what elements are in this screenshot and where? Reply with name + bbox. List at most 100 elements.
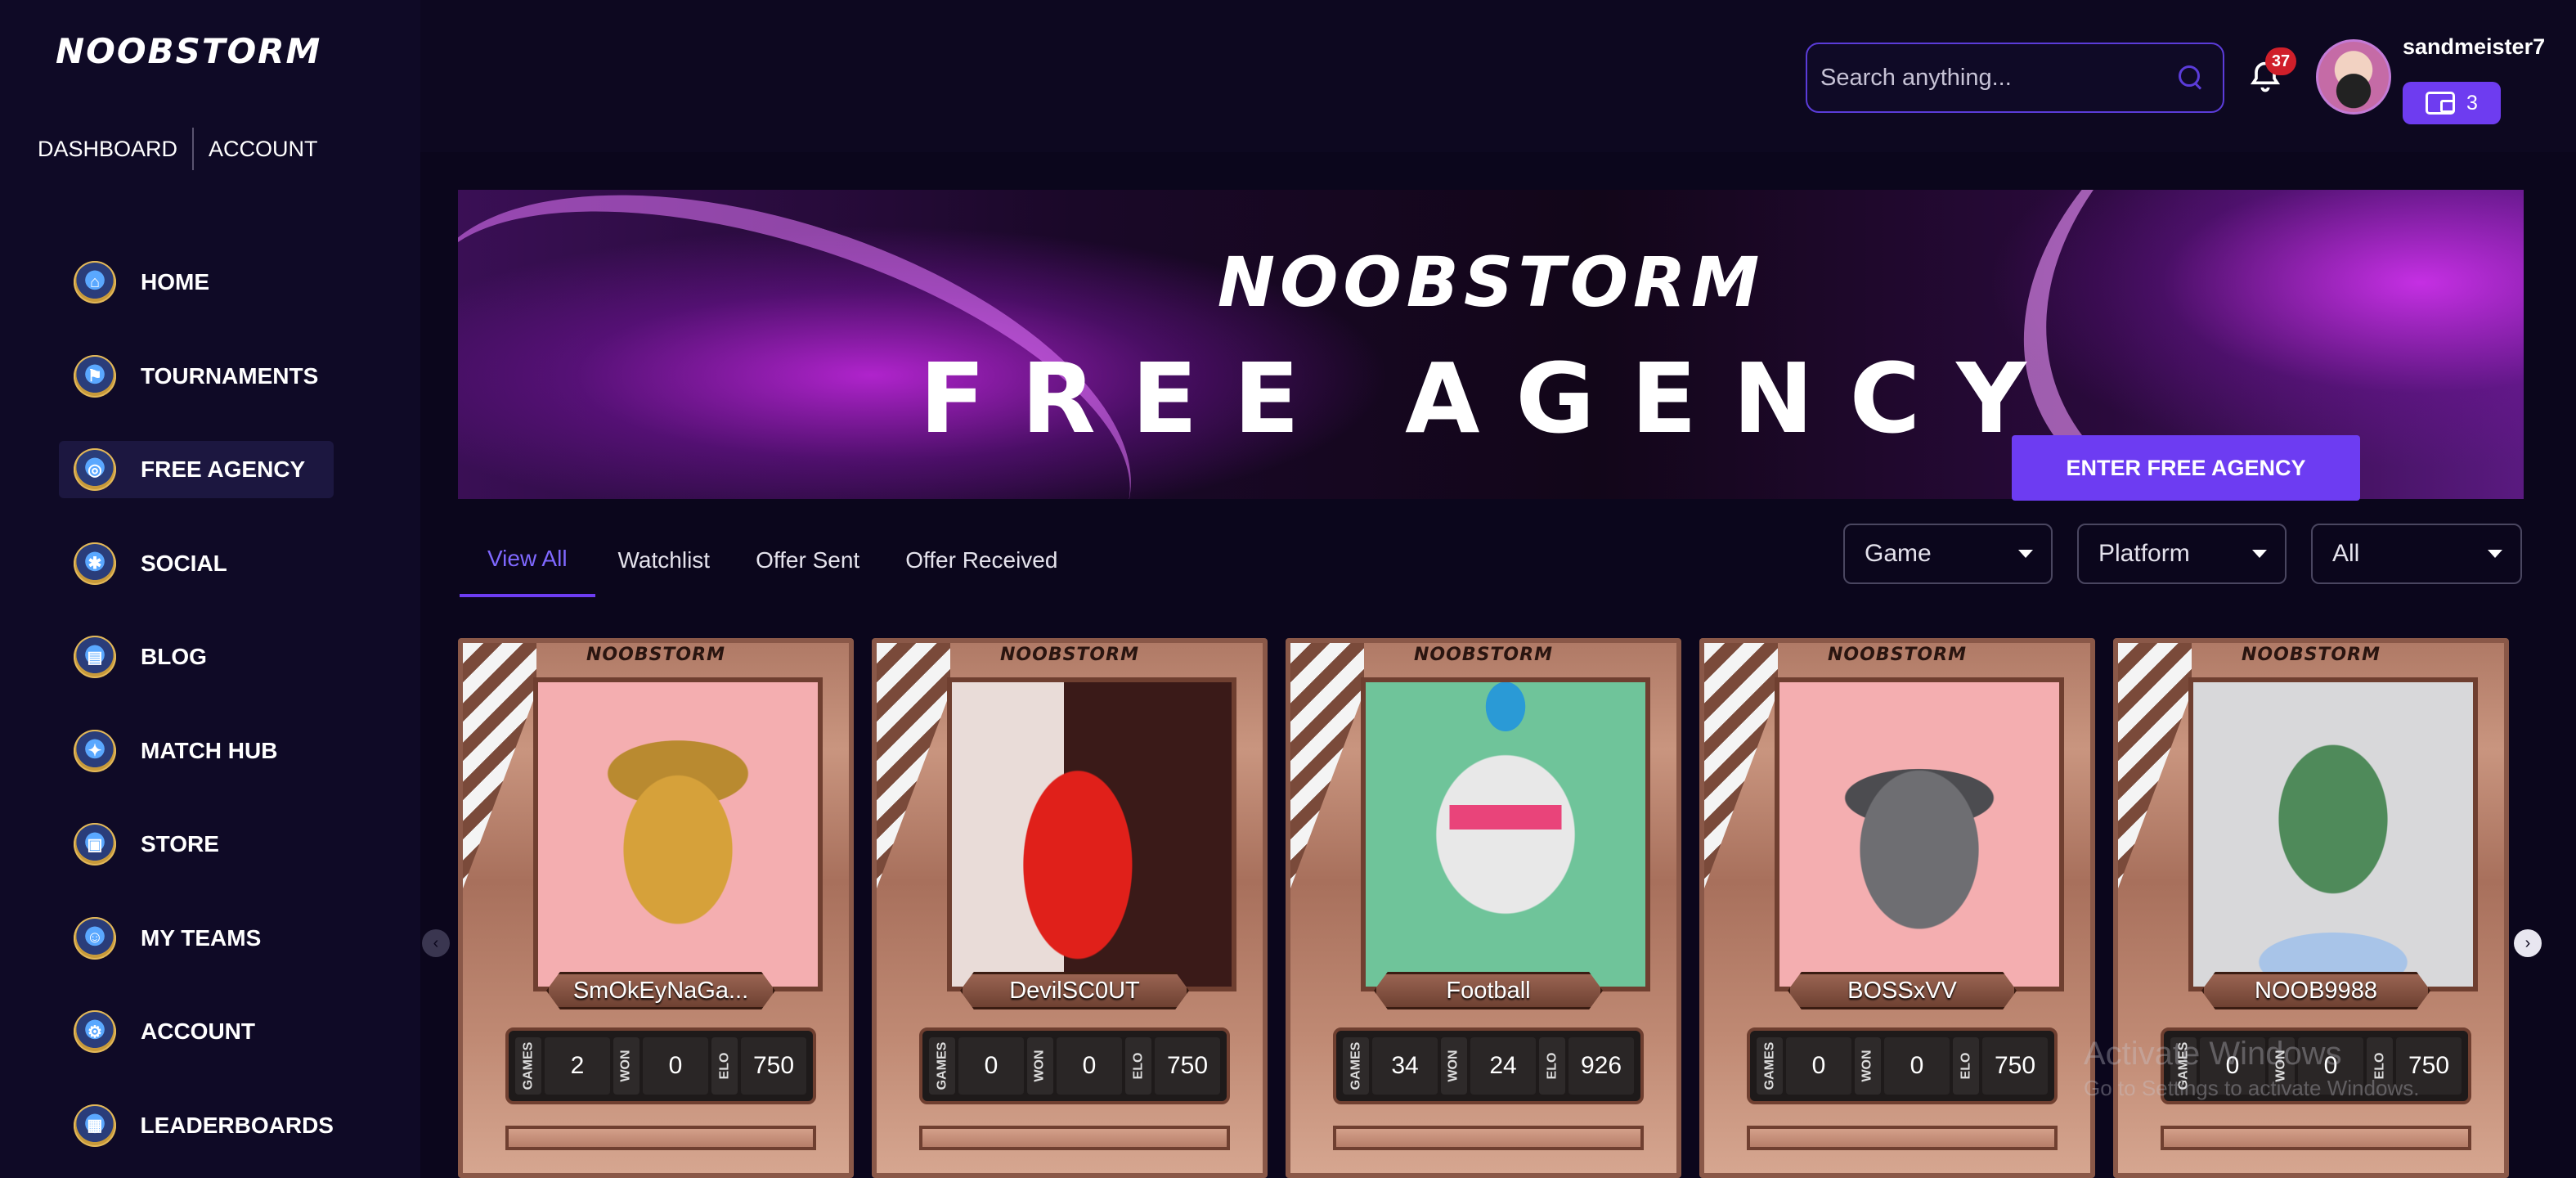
card-stripe bbox=[1290, 643, 1364, 888]
status-filter-value: All bbox=[2332, 540, 2360, 567]
social-icon: ✱ bbox=[74, 542, 116, 585]
player-portrait-goat bbox=[533, 677, 823, 991]
top-nav: DASHBOARD ACCOUNT bbox=[38, 128, 318, 170]
player-stats: GAMES 34 WON 24 ELO 926 bbox=[1333, 1027, 1644, 1104]
player-portrait-gray-goat bbox=[1775, 677, 2064, 991]
noobstorm-logo[interactable]: NOOBSTORM bbox=[56, 31, 321, 71]
search-input[interactable] bbox=[1820, 64, 2177, 92]
player-portrait-panda bbox=[1361, 677, 1650, 991]
player-name: DevilSC0UT bbox=[960, 972, 1189, 1009]
sidebar-item-my-teams[interactable]: ☺ MY TEAMS bbox=[59, 910, 334, 967]
platform-filter-select[interactable]: Platform bbox=[2077, 524, 2287, 584]
sidebar-item-blog[interactable]: ▤ BLOG bbox=[59, 628, 334, 686]
blog-icon: ▤ bbox=[74, 636, 116, 678]
card-stripe bbox=[1704, 643, 1778, 888]
sidebar-item-label: TOURNAMENTS bbox=[141, 362, 319, 389]
elo-label: ELO bbox=[1539, 1037, 1565, 1095]
tab-offer-received[interactable]: Offer Received bbox=[882, 524, 1080, 597]
chevron-left-icon: ‹ bbox=[433, 933, 439, 952]
dashboard-link[interactable]: DASHBOARD bbox=[38, 137, 177, 162]
wallet-count: 3 bbox=[2466, 91, 2478, 115]
chevron-down-icon bbox=[2252, 550, 2267, 558]
carousel-prev-button[interactable]: ‹ bbox=[422, 929, 450, 957]
games-label: GAMES bbox=[929, 1037, 955, 1095]
sidebar-item-store[interactable]: ▣ STORE bbox=[59, 816, 334, 873]
sidebar: NOOBSTORM DASHBOARD ACCOUNT ⌂ HOME ⚑ TOU… bbox=[0, 0, 420, 1178]
username[interactable]: sandmeister7 bbox=[2403, 34, 2545, 60]
elo-value: 750 bbox=[1982, 1037, 2048, 1095]
card-brand: NOOBSTORM bbox=[586, 645, 725, 665]
sidebar-item-leaderboards[interactable]: ▦ LEADERBOARDS bbox=[59, 1097, 334, 1154]
tab-offer-sent[interactable]: Offer Sent bbox=[733, 524, 882, 597]
sidebar-item-home[interactable]: ⌂ HOME bbox=[59, 254, 334, 311]
won-label: WON bbox=[1441, 1037, 1467, 1095]
sidebar-item-tournaments[interactable]: ⚑ TOURNAMENTS bbox=[59, 348, 334, 405]
won-label: WON bbox=[1855, 1037, 1881, 1095]
account-link[interactable]: ACCOUNT bbox=[209, 137, 318, 162]
won-label: WON bbox=[613, 1037, 640, 1095]
sidebar-item-match-hub[interactable]: ✦ MATCH HUB bbox=[59, 722, 334, 780]
player-stats: GAMES 0 WON 0 ELO 750 bbox=[919, 1027, 1230, 1104]
games-value: 34 bbox=[1372, 1037, 1438, 1095]
won-value: 0 bbox=[643, 1037, 708, 1095]
games-label: GAMES bbox=[1343, 1037, 1369, 1095]
flag-icon: ⚑ bbox=[74, 354, 116, 398]
card-base bbox=[919, 1126, 1230, 1150]
won-value: 24 bbox=[1470, 1037, 1536, 1095]
tab-bar: View All Watchlist Offer Sent Offer Rece… bbox=[460, 524, 1080, 597]
player-portrait-alien bbox=[2188, 677, 2478, 991]
chevron-down-icon bbox=[2018, 550, 2033, 558]
sidebar-nav: ⌂ HOME ⚑ TOURNAMENTS ◎ FREE AGENCY ✱ SOC… bbox=[59, 254, 334, 1178]
player-name: NOOB9988 bbox=[2201, 972, 2430, 1009]
player-card[interactable]: NOOBSTORM BOSSxVV GAMES 0 WON 0 ELO 750 bbox=[1699, 638, 2095, 1178]
player-portrait-red-suit bbox=[947, 677, 1236, 991]
wallet-icon bbox=[2426, 92, 2456, 115]
player-card[interactable]: NOOBSTORM DevilSC0UT GAMES 0 WON 0 ELO 7… bbox=[872, 638, 1268, 1178]
card-brand: NOOBSTORM bbox=[1414, 645, 1553, 665]
carousel-next-button[interactable]: › bbox=[2514, 929, 2542, 957]
avatar[interactable] bbox=[2316, 39, 2391, 115]
card-stripe bbox=[2118, 643, 2192, 888]
teams-icon: ☺ bbox=[74, 916, 116, 960]
card-brand: NOOBSTORM bbox=[1828, 645, 1967, 665]
enter-free-agency-button[interactable]: ENTER FREE AGENCY bbox=[2012, 435, 2360, 501]
game-filter-select[interactable]: Game bbox=[1843, 524, 2053, 584]
sidebar-item-social[interactable]: ✱ SOCIAL bbox=[59, 535, 334, 592]
sidebar-item-label: ACCOUNT bbox=[141, 1018, 255, 1044]
tab-view-all[interactable]: View All bbox=[460, 524, 595, 597]
elo-label: ELO bbox=[1953, 1037, 1979, 1095]
search-bar[interactable] bbox=[1806, 43, 2224, 113]
elo-value: 750 bbox=[741, 1037, 806, 1095]
card-stripe bbox=[463, 643, 536, 888]
sidebar-item-label: LEADERBOARDS bbox=[140, 1112, 334, 1138]
leaderboard-icon: ▦ bbox=[74, 1104, 116, 1147]
app: NOOBSTORM DASHBOARD ACCOUNT ⌂ HOME ⚑ TOU… bbox=[0, 0, 2576, 1178]
games-label: GAMES bbox=[515, 1037, 541, 1095]
sidebar-item-account[interactable]: ⚙ ACCOUNT bbox=[59, 1003, 334, 1060]
search-icon[interactable] bbox=[2177, 64, 2205, 92]
player-stats: GAMES 2 WON 0 ELO 750 bbox=[505, 1027, 816, 1104]
notifications-button[interactable]: 37 bbox=[2247, 47, 2296, 95]
games-value: 2 bbox=[545, 1037, 610, 1095]
tab-watchlist[interactable]: Watchlist bbox=[595, 524, 734, 597]
card-base bbox=[505, 1126, 816, 1150]
match-hub-icon: ✦ bbox=[74, 729, 116, 772]
watermark-subtitle: Go to Settings to activate Windows. bbox=[2084, 1076, 2420, 1100]
sidebar-item-label: FREE AGENCY bbox=[141, 456, 306, 482]
notification-count-badge: 37 bbox=[2265, 47, 2296, 75]
wallet-button[interactable]: 3 bbox=[2403, 82, 2501, 124]
elo-value: 926 bbox=[1568, 1037, 1634, 1095]
card-stripe bbox=[877, 643, 950, 888]
sidebar-item-label: SOCIAL bbox=[141, 550, 227, 576]
player-stats: GAMES 0 WON 0 ELO 750 bbox=[1747, 1027, 2058, 1104]
chevron-down-icon bbox=[2488, 550, 2502, 558]
sidebar-item-label: MATCH HUB bbox=[141, 737, 278, 763]
player-card[interactable]: NOOBSTORM SmOkEyNaGa... GAMES 2 WON 0 EL… bbox=[458, 638, 854, 1178]
card-base bbox=[2161, 1126, 2471, 1150]
sidebar-item-free-agency[interactable]: ◎ FREE AGENCY bbox=[59, 441, 334, 498]
sidebar-item-label: HOME bbox=[141, 269, 209, 294]
player-card[interactable]: NOOBSTORM Football GAMES 34 WON 24 ELO 9… bbox=[1286, 638, 1681, 1178]
sidebar-item-label: BLOG bbox=[141, 644, 207, 669]
elo-label: ELO bbox=[1125, 1037, 1151, 1095]
status-filter-select[interactable]: All bbox=[2311, 524, 2522, 584]
